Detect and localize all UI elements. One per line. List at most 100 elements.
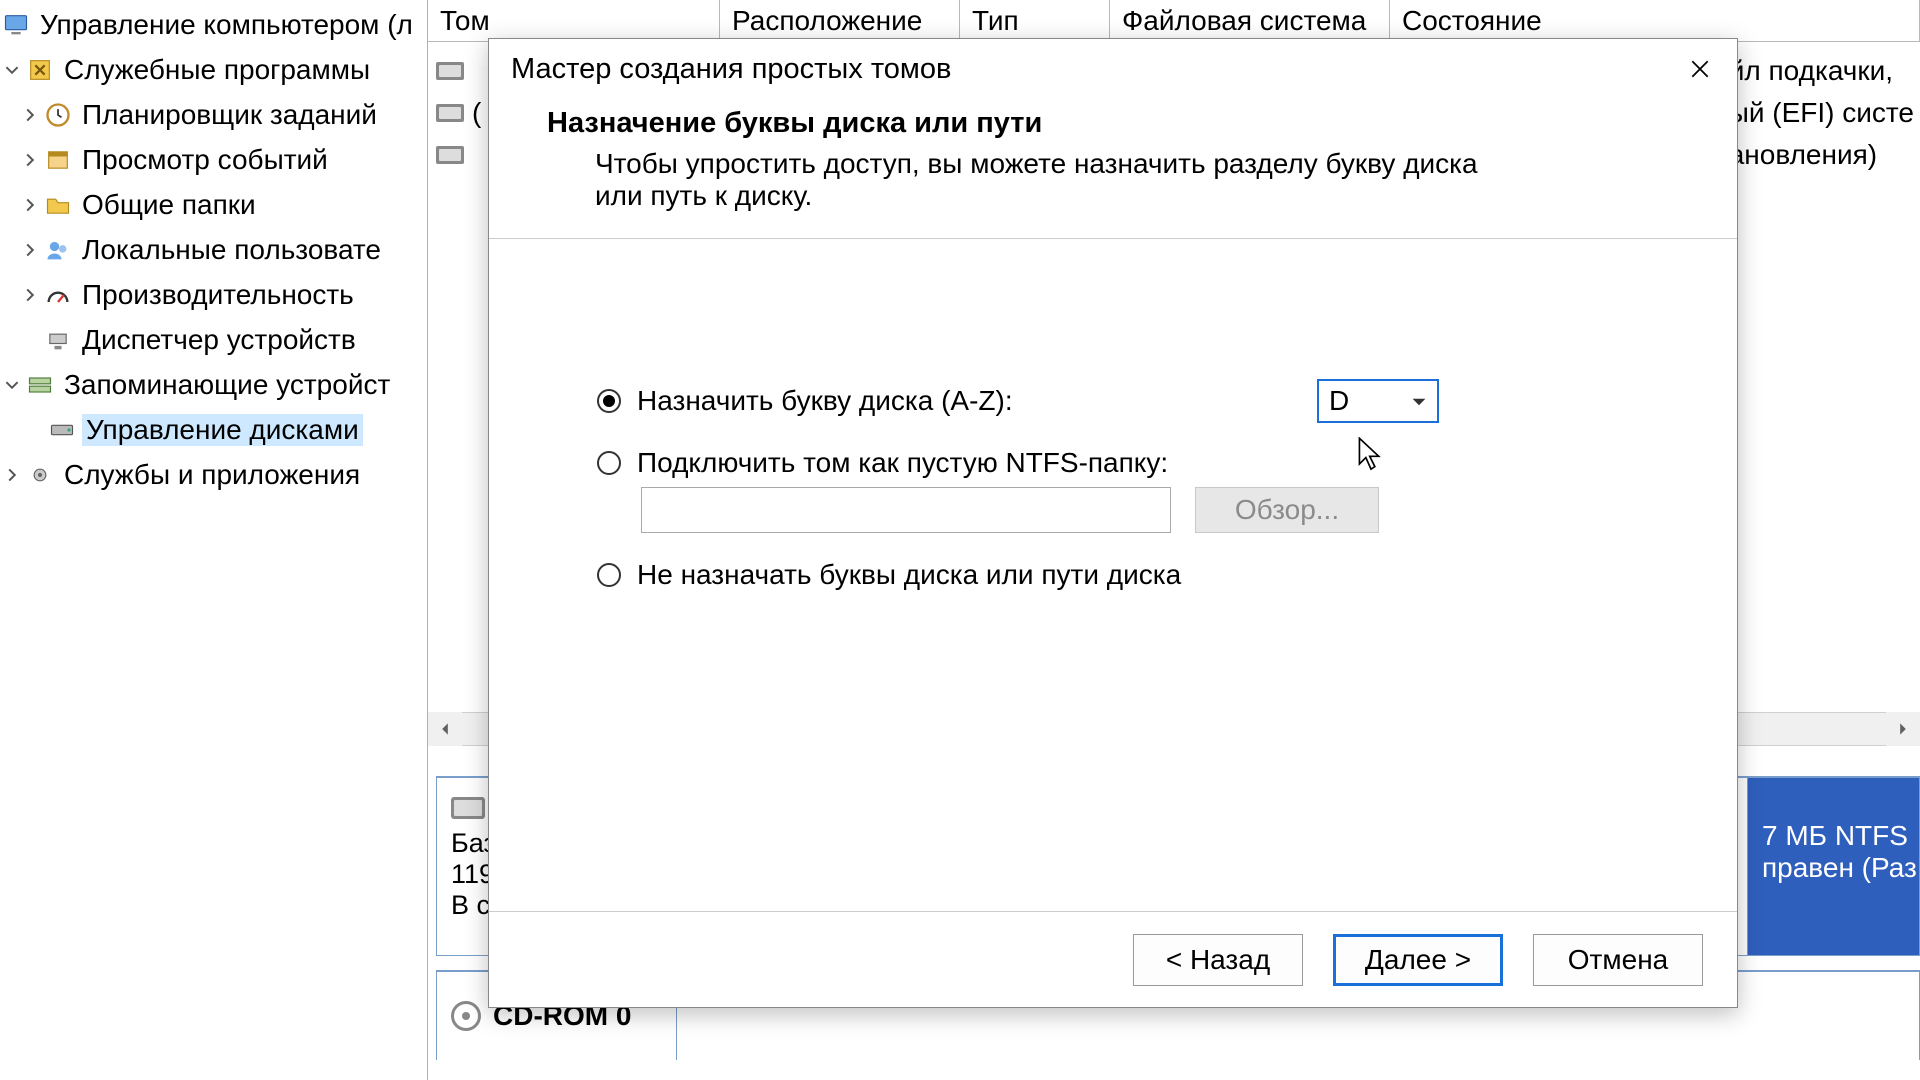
back-button[interactable]: < Назад [1133, 934, 1303, 986]
cdrom-icon [451, 1001, 481, 1031]
status-fragments: йл подкачки, ый (EFI) систе ановления) [1729, 50, 1914, 176]
status-fragment: йл подкачки, [1729, 50, 1914, 92]
col-status[interactable]: Состояние [1390, 0, 1920, 41]
col-type[interactable]: Тип [960, 0, 1110, 41]
tree-item-eventviewer[interactable]: Просмотр событий [0, 137, 427, 182]
drive-letter-value: D [1329, 385, 1349, 417]
status-fragment: ановления) [1729, 134, 1914, 176]
volume-row[interactable] [436, 50, 481, 92]
partition-status: правен (Раз [1762, 852, 1905, 884]
button-label: Отмена [1568, 944, 1668, 976]
radio-selected-icon[interactable] [597, 389, 621, 413]
close-icon [1689, 58, 1711, 80]
dialog-header: Назначение буквы диска или пути Чтобы уп… [489, 99, 1737, 239]
tree-item-label: Производительность [78, 279, 358, 311]
chevron-right-icon[interactable] [0, 468, 24, 482]
chevron-down-icon [1411, 385, 1427, 417]
volume-row[interactable]: ( [436, 92, 481, 134]
dialog-titlebar[interactable]: Мастер создания простых томов [489, 39, 1737, 99]
option-assign-letter[interactable]: Назначить букву диска (A-Z): D [597, 379, 1679, 423]
tree-services[interactable]: Службы и приложения [0, 452, 427, 497]
tree-item-label: Локальные пользовате [78, 234, 385, 266]
col-fs[interactable]: Файловая система [1110, 0, 1390, 41]
chevron-down-icon[interactable] [0, 63, 24, 77]
chevron-down-icon[interactable] [0, 378, 24, 392]
dialog-subtext: Чтобы упростить доступ, вы можете назнач… [547, 148, 1507, 212]
tree-root[interactable]: Управление компьютером (л [0, 2, 427, 47]
chevron-right-icon[interactable] [18, 198, 42, 212]
col-layout[interactable]: Расположение [720, 0, 960, 41]
button-label: < Назад [1166, 944, 1270, 976]
col-volume[interactable]: Том [428, 0, 720, 41]
dialog-title: Мастер создания простых томов [511, 53, 951, 86]
col-label: Том [440, 5, 490, 37]
folder-share-icon [44, 191, 72, 219]
button-label: Далее > [1365, 944, 1471, 976]
col-label: Расположение [732, 5, 922, 37]
device-icon [44, 326, 72, 354]
gauge-icon [44, 281, 72, 309]
tree-storage-label: Запоминающие устройст [60, 369, 394, 401]
storage-icon [26, 371, 54, 399]
disk-icon [48, 416, 76, 444]
partition-selected[interactable]: 7 МБ NTFS правен (Раз [1747, 778, 1919, 955]
clock-icon [44, 101, 72, 129]
option-mount-folder[interactable]: Подключить том как пустую NTFS-папку: [597, 447, 1679, 479]
tree-item-diskmgmt[interactable]: Управление дисками [0, 407, 427, 452]
close-button[interactable] [1673, 47, 1727, 91]
tree-item-label: Планировщик заданий [78, 99, 381, 131]
tree-item-label: Общие папки [78, 189, 260, 221]
tree-item-label: Управление дисками [82, 414, 363, 446]
radio-unselected-icon[interactable] [597, 451, 621, 475]
new-volume-wizard: Мастер создания простых томов Назначение… [488, 38, 1738, 1008]
volume-icon [436, 146, 464, 164]
users-icon [44, 236, 72, 264]
radio-unselected-icon[interactable] [597, 563, 621, 587]
col-label: Тип [972, 5, 1019, 37]
tree-item-performance[interactable]: Производительность [0, 272, 427, 317]
tree-item-devicemgr[interactable]: Диспетчер устройств [0, 317, 427, 362]
option-no-letter[interactable]: Не назначать буквы диска или пути диска [597, 559, 1679, 591]
tree-utilities-label: Служебные программы [60, 54, 374, 86]
event-icon [44, 146, 72, 174]
mount-folder-controls: Обзор... [641, 487, 1679, 533]
dialog-footer: < Назад Далее > Отмена [489, 911, 1737, 1007]
option-label: Не назначать буквы диска или пути диска [637, 559, 1181, 591]
computer-icon [2, 11, 30, 39]
tree-utilities[interactable]: Служебные программы [0, 47, 427, 92]
volume-rows-partial: ( [436, 50, 481, 176]
tree-item-sharedfolders[interactable]: Общие папки [0, 182, 427, 227]
drive-letter-select[interactable]: D [1317, 379, 1439, 423]
tree-storage[interactable]: Запоминающие устройст [0, 362, 427, 407]
volume-icon [436, 62, 464, 80]
partition-line [1762, 788, 1905, 820]
hdd-icon [451, 797, 485, 819]
volume-table-header: Том Расположение Тип Файловая система Со… [428, 0, 1920, 42]
content-area: Том Расположение Тип Файловая система Со… [428, 0, 1920, 1080]
chevron-right-icon[interactable] [18, 288, 42, 302]
col-label: Файловая система [1122, 5, 1366, 37]
tree-item-label: Диспетчер устройств [78, 324, 360, 356]
volume-text-fragment: ( [472, 97, 481, 129]
mount-path-input [641, 487, 1171, 533]
scroll-right-button[interactable] [1886, 712, 1920, 746]
partition-size: 7 МБ NTFS [1762, 820, 1905, 852]
tree-root-label: Управление компьютером (л [36, 9, 417, 41]
volume-row[interactable] [436, 134, 481, 176]
dialog-body: Назначить букву диска (A-Z): D Подключит… [489, 239, 1737, 591]
dialog-heading: Назначение буквы диска или пути [547, 107, 1679, 140]
scroll-left-button[interactable] [428, 712, 462, 746]
volume-icon [436, 104, 464, 122]
chevron-right-icon[interactable] [18, 108, 42, 122]
browse-button: Обзор... [1195, 487, 1379, 533]
tools-icon [26, 56, 54, 84]
nav-tree: Управление компьютером (л Служебные прог… [0, 0, 428, 1080]
cancel-button[interactable]: Отмена [1533, 934, 1703, 986]
option-label: Подключить том как пустую NTFS-папку: [637, 447, 1168, 479]
tree-services-label: Службы и приложения [60, 459, 364, 491]
next-button[interactable]: Далее > [1333, 934, 1503, 986]
tree-item-scheduler[interactable]: Планировщик заданий [0, 92, 427, 137]
chevron-right-icon[interactable] [18, 243, 42, 257]
chevron-right-icon[interactable] [18, 153, 42, 167]
tree-item-localusers[interactable]: Локальные пользовате [0, 227, 427, 272]
